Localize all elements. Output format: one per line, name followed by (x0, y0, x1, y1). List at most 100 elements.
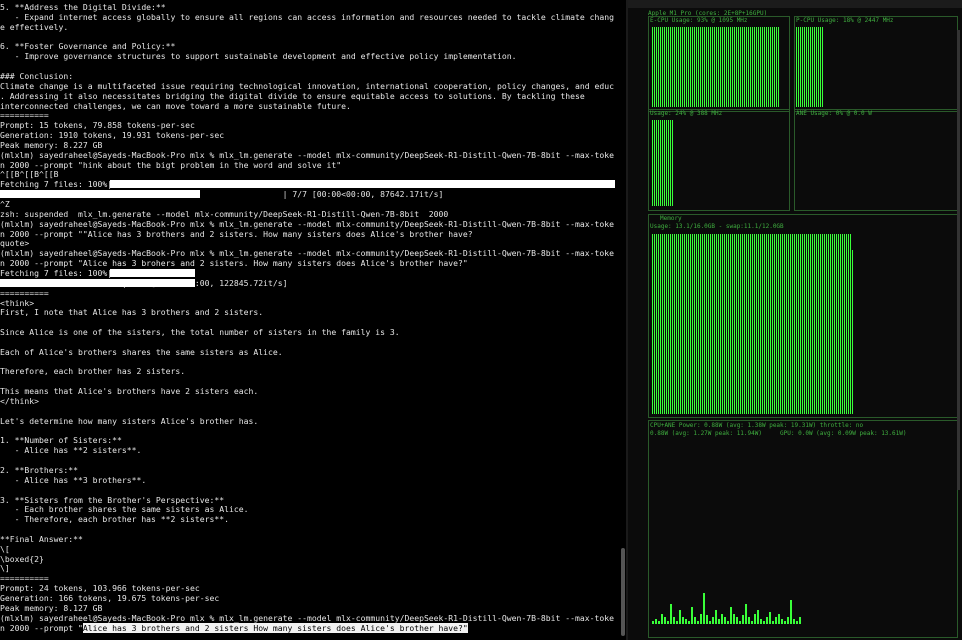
graph-bar (757, 610, 759, 624)
graph-bar (838, 234, 839, 414)
graph-bar (684, 27, 685, 107)
graph-bar (654, 234, 655, 414)
graph-bar (746, 27, 747, 107)
graph-bar (660, 234, 661, 414)
graph-bar (850, 234, 851, 414)
prompt-input-line[interactable]: n 2000 --prompt "Alice has 3 brothers an… (0, 622, 620, 633)
graph-bar (782, 234, 783, 414)
graph-bar (742, 27, 743, 107)
graph-bar (724, 234, 725, 414)
terminal-line: ========== (0, 573, 49, 584)
graph-bar (824, 234, 825, 414)
graph-bar (756, 27, 757, 107)
graph-bar (814, 234, 815, 414)
monitor-titlebar (628, 0, 962, 8)
terminal-window[interactable]: 5. **Address the Digital Divide:** - Exp… (0, 0, 620, 640)
graph-bar (718, 234, 719, 414)
selected-prompt-text[interactable]: Alice has 3 brothers and 2 sisters How m… (82, 622, 468, 633)
monitor-scrollbar[interactable] (957, 30, 960, 490)
graph-bar (798, 27, 799, 107)
graph-bar (686, 234, 687, 414)
graph-bar (808, 234, 809, 414)
graph-bar (832, 234, 833, 414)
graph-bar (764, 234, 765, 414)
terminal-line: 2. **Brothers:** (0, 464, 78, 475)
graph-bar (668, 27, 669, 107)
graph-bar (768, 27, 769, 107)
graph-bar (754, 614, 756, 624)
terminal-line: First, I note that Alice has 3 brothers … (0, 307, 264, 318)
graph-bar (776, 27, 777, 107)
graph-bar (722, 27, 723, 107)
graph-bar (708, 27, 709, 107)
graph-bar (679, 610, 681, 624)
graph-bar (836, 234, 837, 414)
graph-bar (721, 614, 723, 624)
terminal-line: zsh: suspended mlx_lm.generate --model m… (0, 208, 449, 219)
graph-bar (668, 120, 669, 206)
graph-bar (652, 234, 653, 414)
graph-bar (750, 234, 751, 414)
gpu-graph (652, 118, 782, 206)
p-cpu-graph (796, 25, 824, 107)
graph-bar (702, 27, 703, 107)
graph-bar (692, 234, 693, 414)
graph-bar (716, 27, 717, 107)
graph-bar (736, 617, 738, 624)
terminal-line: - Expand internet access globally to ens… (0, 11, 614, 22)
graph-bar (820, 234, 821, 414)
graph-bar (772, 27, 773, 107)
graph-bar (702, 234, 703, 414)
graph-bar (678, 234, 679, 414)
graph-bar (828, 234, 829, 414)
graph-bar (662, 27, 663, 107)
graph-bar (812, 234, 813, 414)
graph-bar (730, 27, 731, 107)
graph-bar (816, 27, 817, 107)
graph-bar (764, 27, 765, 107)
graph-bar (762, 234, 763, 414)
graph-bar (688, 234, 689, 414)
graph-bar (842, 234, 843, 414)
graph-bar (751, 621, 753, 624)
terminal-line: n 2000 --prompt "Alice has 3 brohers and… (0, 258, 468, 269)
graph-bar (796, 27, 797, 107)
graph-bar (775, 617, 777, 624)
graph-bar (682, 234, 683, 414)
graph-bar (766, 27, 767, 107)
terminal-line: Since Alice is one of the sisters, the t… (0, 327, 400, 338)
graph-bar (780, 234, 781, 414)
graph-bar (709, 621, 711, 624)
e-cpu-label: E-CPU Usage: 93% @ 1095 MHz (650, 17, 748, 24)
graph-bar (694, 234, 695, 414)
graph-bar (666, 27, 667, 107)
graph-bar (718, 619, 720, 624)
terminal-line: <think> (0, 297, 35, 308)
graph-bar (703, 593, 705, 624)
terminal-line: </think> (0, 396, 39, 406)
graph-bar (748, 27, 749, 107)
graph-bar (726, 27, 727, 107)
graph-bar (812, 27, 813, 107)
terminal-line: - Each brother shares the same sisters a… (0, 504, 249, 515)
graph-bar (726, 234, 727, 414)
graph-bar (672, 27, 673, 107)
memory-graph (652, 232, 854, 414)
graph-bar (727, 621, 729, 624)
terminal-scrollbar[interactable] (621, 548, 625, 636)
graph-bar (710, 234, 711, 414)
graph-bar (688, 27, 689, 107)
graph-bar (674, 27, 675, 107)
terminal-line: Let's determine how many sisters Alice's… (0, 415, 259, 426)
graph-bar (714, 27, 715, 107)
graph-bar (656, 234, 657, 414)
graph-bar (654, 120, 655, 206)
graph-bar (784, 234, 785, 414)
terminal-line: Generation: 166 tokens, 19.675 tokens-pe… (0, 593, 220, 603)
terminal-line: n 2000 --prompt ""Alice has 3 brothers a… (0, 228, 473, 239)
graph-bar (745, 604, 747, 624)
graph-bar (664, 120, 665, 206)
graph-bar (802, 27, 803, 107)
